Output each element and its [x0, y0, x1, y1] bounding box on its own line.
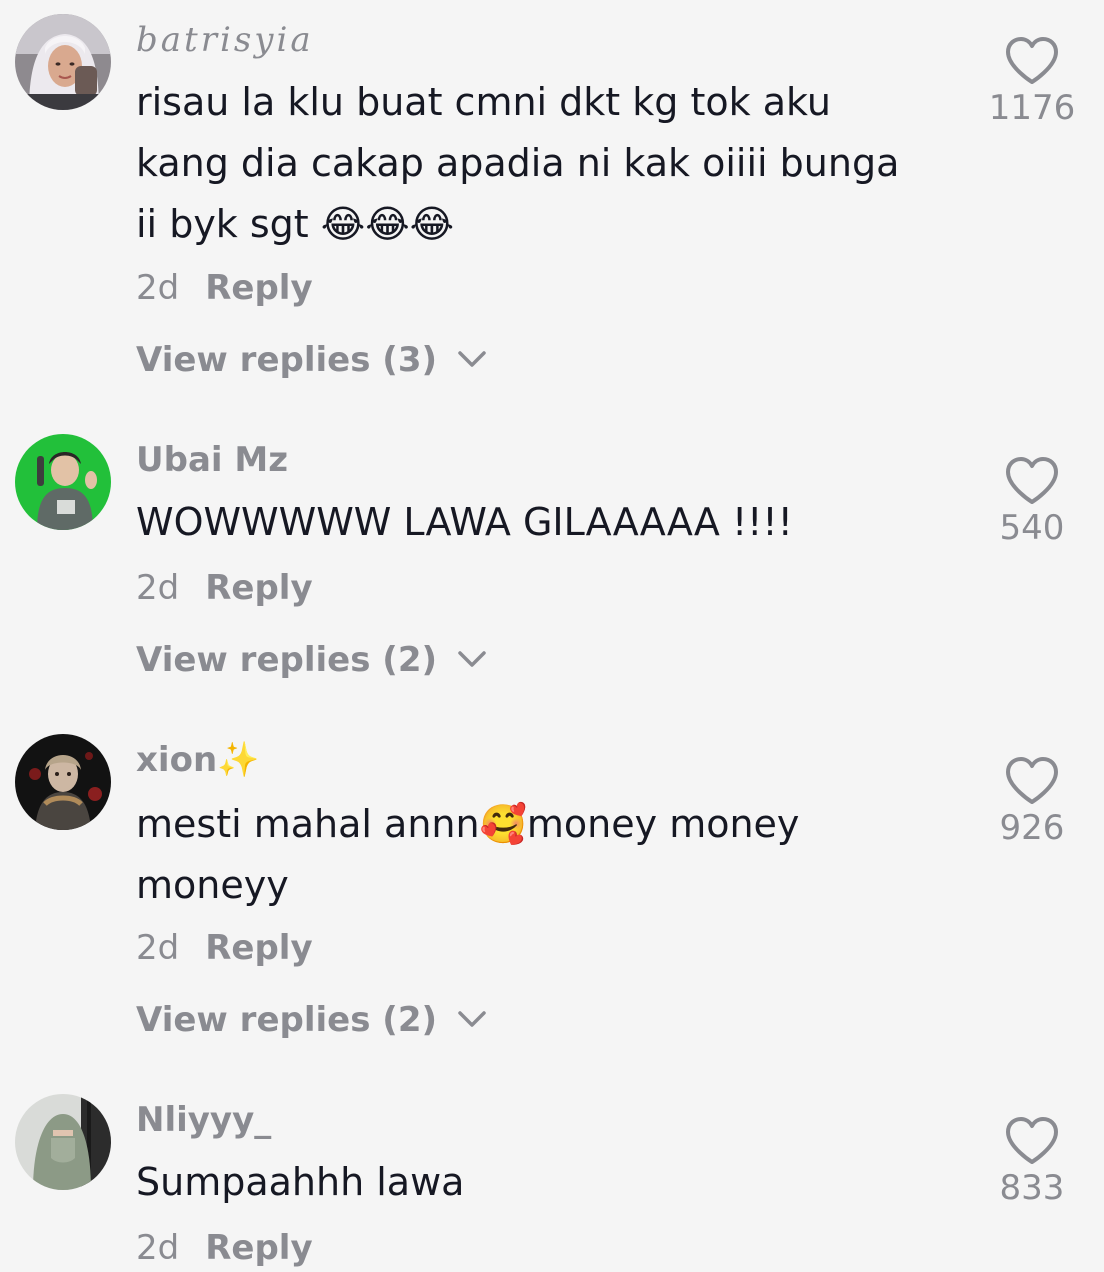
avatar-hijab-photo-icon [15, 14, 111, 110]
heart-icon[interactable] [1005, 756, 1059, 806]
chevron-down-icon [458, 650, 486, 667]
like-count: 540 [999, 508, 1065, 548]
view-replies-label: View replies (3) [136, 340, 438, 380]
comment-username[interactable]: Nliyyy_ [136, 1100, 271, 1140]
reply-button[interactable]: Reply [205, 928, 312, 968]
comment-meta: 2d Reply [136, 1228, 313, 1268]
heart-icon[interactable] [1005, 1116, 1059, 1166]
comment-username[interactable]: Ubai Mz [136, 440, 288, 480]
like-count: 833 [999, 1168, 1065, 1208]
avatar-niqab-photo-icon [15, 1094, 111, 1190]
heart-icon[interactable] [1005, 456, 1059, 506]
view-replies-button[interactable]: View replies (2) [136, 1000, 487, 1040]
like-control: 833 [980, 1116, 1084, 1208]
comments-panel: batrisyia risau la klu buat cmni dkt kg … [0, 0, 1104, 1272]
comment-username[interactable]: batrisyia [136, 20, 314, 60]
reply-button[interactable]: Reply [205, 568, 312, 608]
view-replies-button[interactable]: View replies (3) [136, 340, 487, 380]
comment-text: Sumpaahhh lawa [136, 1160, 465, 1204]
view-replies-label: View replies (2) [136, 640, 438, 680]
comment-meta: 2d Reply [136, 268, 313, 308]
comment-timestamp: 2d [136, 268, 180, 308]
heart-icon[interactable] [1005, 36, 1059, 86]
avatar[interactable] [15, 1094, 111, 1190]
reply-button[interactable]: Reply [205, 1228, 312, 1268]
comment-username[interactable]: xion✨ [136, 740, 259, 780]
avatar[interactable] [15, 434, 111, 530]
comment-text: WOWWWWW LAWA GILAAAAA !!!! [136, 500, 793, 544]
like-control: 1176 [980, 36, 1084, 128]
avatar-dark-art-icon [15, 734, 111, 830]
comment-text: risau la klu buat cmni dkt kg tok aku ka… [136, 80, 900, 246]
like-control: 540 [980, 456, 1084, 548]
chevron-down-icon [458, 1010, 486, 1027]
comment-timestamp: 2d [136, 928, 180, 968]
comment-text: mesti mahal annn🥰money money moneyy [136, 802, 800, 907]
avatar[interactable] [15, 734, 111, 830]
comment-meta: 2d Reply [136, 928, 313, 968]
like-count: 926 [999, 808, 1065, 848]
view-replies-button[interactable]: View replies (2) [136, 640, 487, 680]
comment-timestamp: 2d [136, 568, 180, 608]
like-count: 1176 [988, 88, 1076, 128]
comment-timestamp: 2d [136, 1228, 180, 1268]
like-control: 926 [980, 756, 1084, 848]
avatar-green-photo-icon [15, 434, 111, 530]
reply-button[interactable]: Reply [205, 268, 312, 308]
view-replies-label: View replies (2) [136, 1000, 438, 1040]
chevron-down-icon [458, 350, 486, 367]
comment-meta: 2d Reply [136, 568, 313, 608]
avatar[interactable] [15, 14, 111, 110]
